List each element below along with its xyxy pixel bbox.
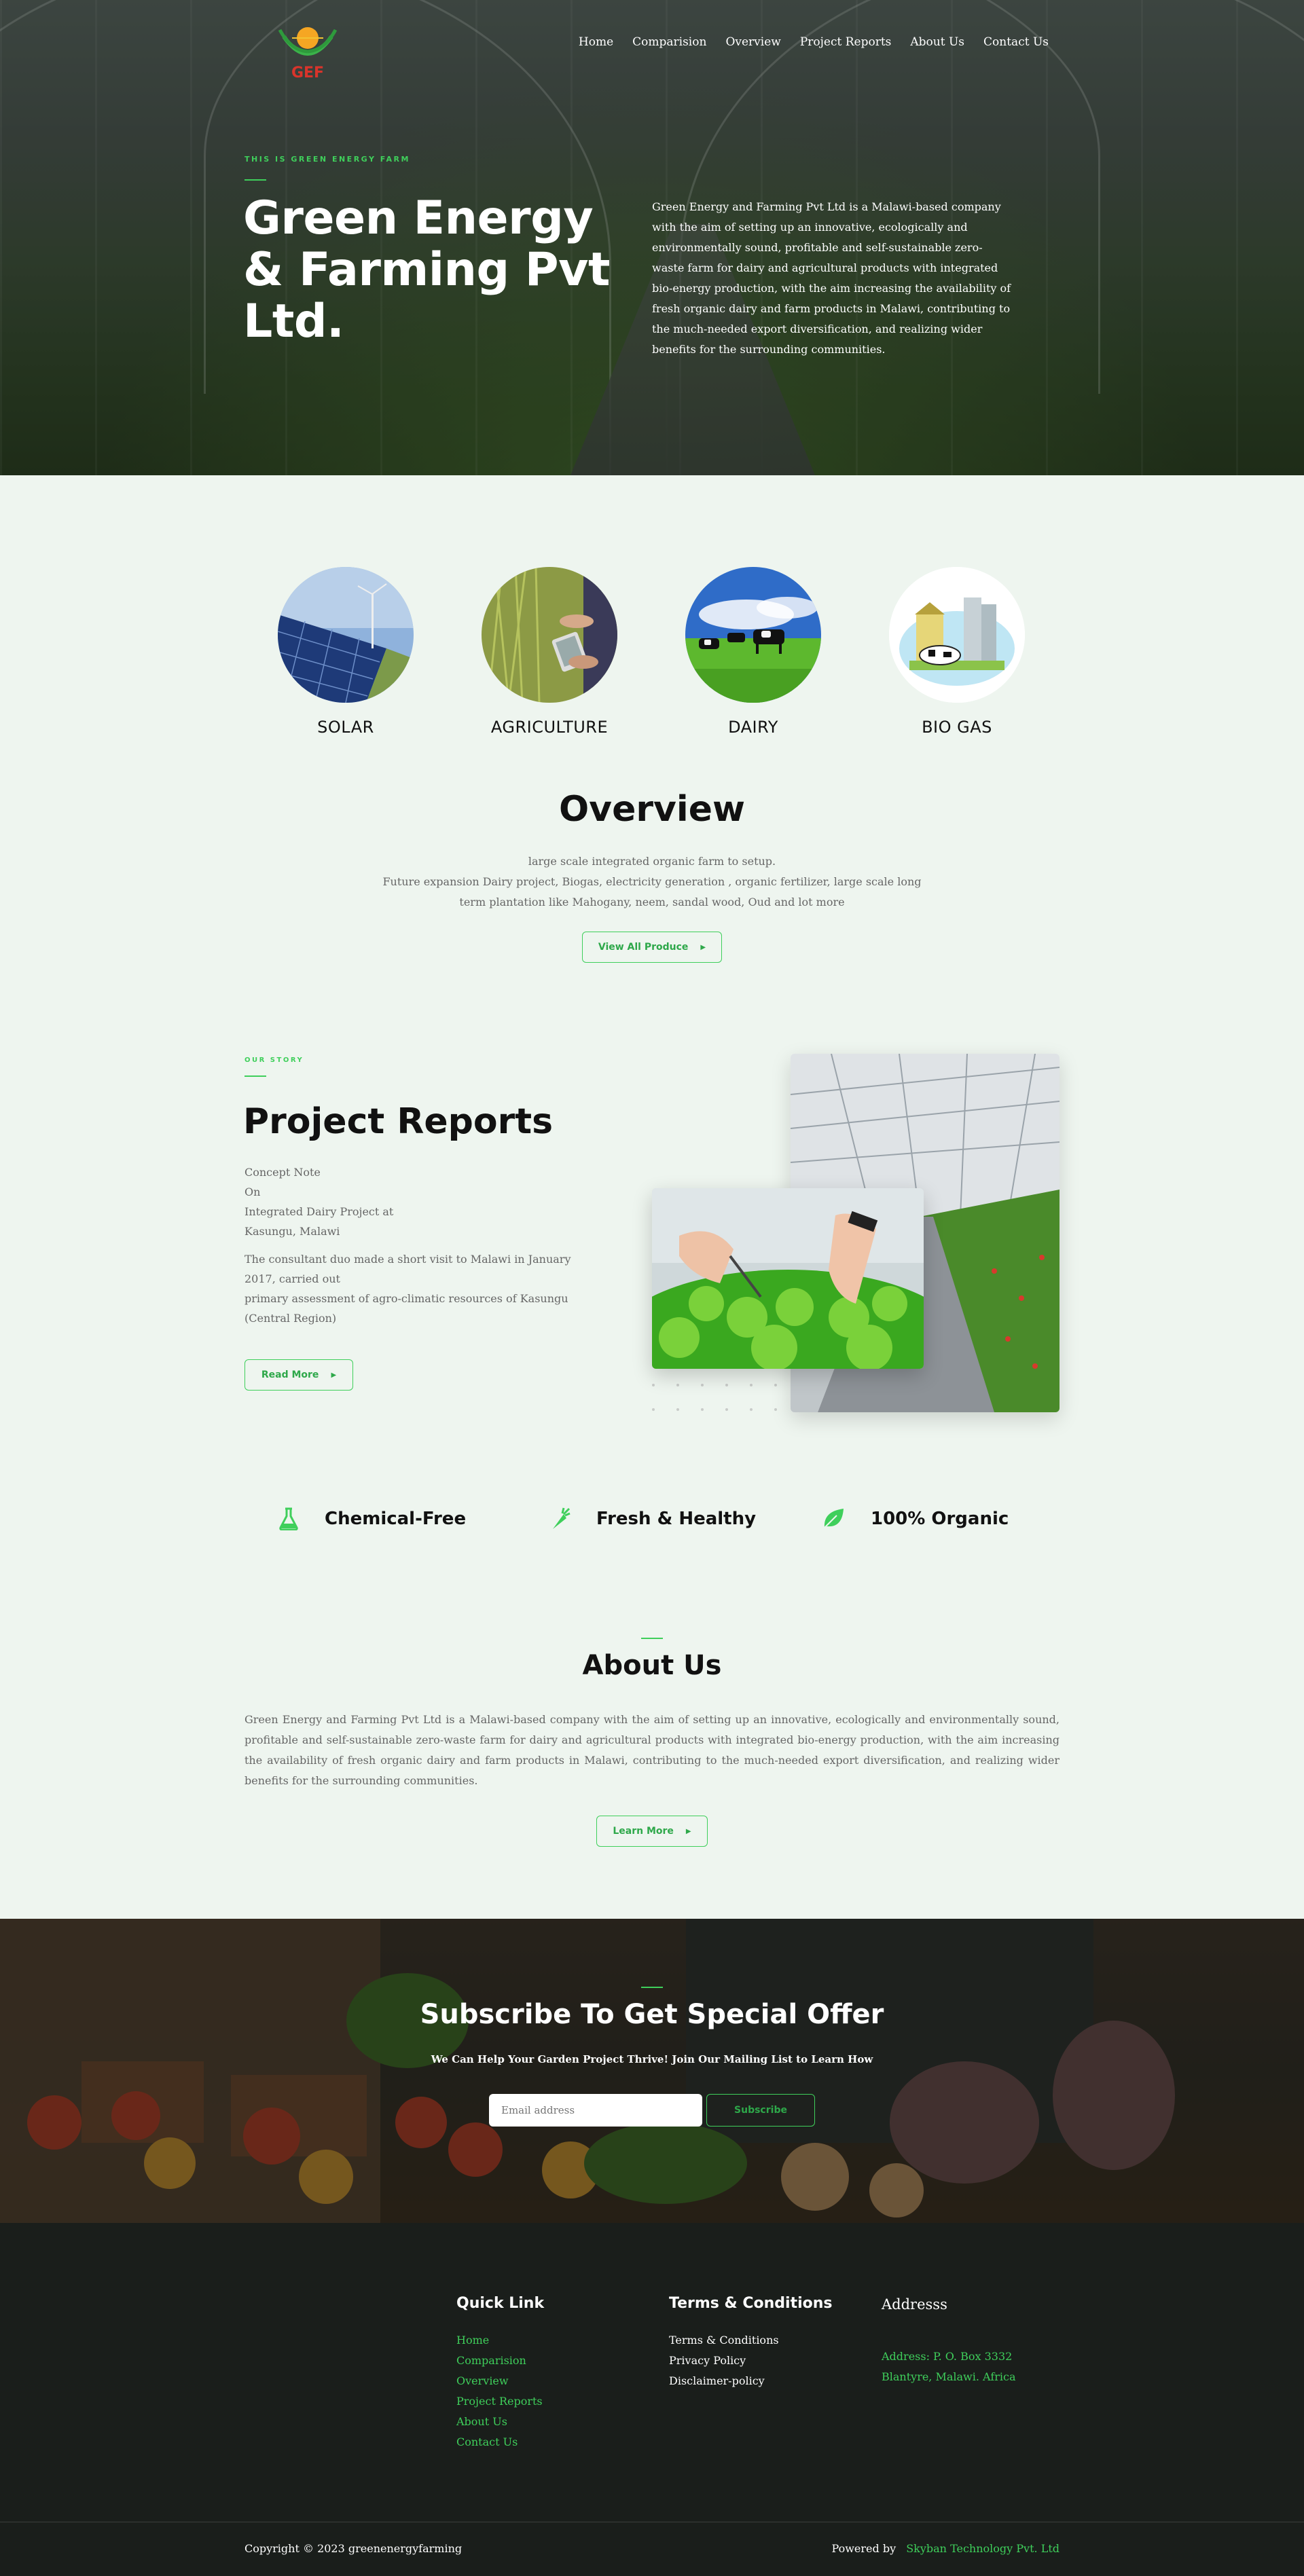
category-solar-label: SOLAR	[317, 718, 374, 737]
overview-text: large scale integrated organic farm to s…	[380, 851, 924, 913]
project-line: Kasungu, Malawi	[244, 1225, 340, 1238]
arrow-right-icon: ▶	[700, 943, 706, 951]
category-biogas[interactable]: BIO GAS	[889, 567, 1025, 737]
solar-image	[278, 567, 414, 703]
arrow-right-icon: ▶	[685, 1827, 691, 1835]
footer-link-overview[interactable]: Overview	[456, 2371, 543, 2391]
project-text: Concept Note On Integrated Dairy Project…	[244, 1162, 598, 1328]
herbs-image	[652, 1188, 924, 1369]
category-solar[interactable]: SOLAR	[278, 567, 414, 737]
subscribe-button[interactable]: Subscribe	[706, 2094, 815, 2127]
dairy-image	[685, 567, 821, 703]
nav-home[interactable]: Home	[579, 35, 613, 49]
powered-by-label: Powered by	[831, 2542, 896, 2555]
terms-links-list: Terms & Conditions Privacy Policy Discla…	[669, 2330, 779, 2391]
arrow-right-icon: ▶	[331, 1371, 337, 1379]
category-biogas-label: BIO GAS	[922, 718, 992, 737]
project-line: primary assessment of agro-climatic reso…	[244, 1292, 568, 1325]
category-dairy[interactable]: DAIRY	[685, 567, 821, 737]
feature-fresh-healthy: Fresh & Healthy	[550, 1507, 756, 1530]
project-eyebrow: OUR STORY	[244, 1056, 304, 1064]
overview-line-2: Future expansion Dairy project, Biogas, …	[382, 875, 922, 888]
footer-link-about-us[interactable]: About Us	[456, 2412, 543, 2432]
hero-eyebrow: THIS IS GREEN ENERGY FARM	[244, 155, 410, 164]
view-all-produce-button[interactable]: View All Produce ▶	[582, 932, 722, 963]
hero-description: Green Energy and Farming Pvt Ltd is a Ma…	[652, 200, 1011, 356]
feature-label: Chemical-Free	[325, 1509, 467, 1529]
view-all-produce-label: View All Produce	[598, 942, 689, 953]
read-more-label: Read More	[261, 1369, 319, 1380]
footer-link-home[interactable]: Home	[456, 2330, 543, 2351]
footer-link-project-reports[interactable]: Project Reports	[456, 2391, 543, 2412]
biogas-image	[889, 567, 1025, 703]
category-dairy-label: DAIRY	[728, 718, 778, 737]
hero-title: Green Energy & Farming Pvt Ltd.	[243, 191, 610, 348]
feature-chemical-free: Chemical-Free	[278, 1507, 466, 1530]
project-line: Integrated Dairy Project at	[244, 1205, 394, 1218]
address-list: Address: P. O. Box 3332 Blantyre, Malawi…	[882, 2347, 1016, 2387]
footer	[0, 2223, 1304, 2576]
subscribe-section	[0, 1919, 1304, 2223]
main-nav: Home Comparision Overview Project Report…	[560, 35, 1049, 49]
category-agriculture-label: AGRICULTURE	[490, 718, 609, 737]
dot-pattern	[652, 1384, 777, 1411]
hero-divider	[244, 179, 266, 181]
subscribe-title: Subscribe To Get Special Offer	[420, 1999, 884, 2030]
subscribe-label: Subscribe	[734, 2105, 787, 2116]
gef-logo[interactable]: GEF	[270, 10, 345, 84]
footer-link-contact-us[interactable]: Contact Us	[456, 2432, 543, 2452]
overview-title: Overview	[558, 789, 746, 830]
powered-by: Powered by Skyban Technology Pvt. Ltd	[831, 2542, 1060, 2555]
overview-line-1: large scale integrated organic farm to s…	[528, 855, 776, 868]
about-divider	[641, 1638, 663, 1639]
carrot-icon	[553, 1507, 570, 1529]
footer-link-terms[interactable]: Terms & Conditions	[669, 2330, 779, 2351]
feature-label: Fresh & Healthy	[596, 1509, 757, 1529]
nav-overview[interactable]: Overview	[725, 35, 780, 49]
quick-links-list: Home Comparision Overview Project Report…	[456, 2330, 543, 2452]
about-text: Green Energy and Farming Pvt Ltd is a Ma…	[244, 1713, 1060, 1787]
nav-about-us[interactable]: About Us	[910, 35, 964, 49]
subscribe-divider	[641, 1987, 663, 1988]
footer-link-disclaimer[interactable]: Disclaimer-policy	[669, 2371, 779, 2391]
project-divider	[244, 1075, 266, 1077]
project-line: The consultant duo made a short visit to…	[244, 1253, 571, 1285]
nav-project-reports[interactable]: Project Reports	[800, 35, 892, 49]
about-title: About Us	[582, 1650, 722, 1681]
flask-icon	[279, 1507, 298, 1530]
footer-terms-title: Terms & Conditions	[669, 2295, 833, 2312]
footer-link-privacy[interactable]: Privacy Policy	[669, 2351, 779, 2371]
agriculture-image	[482, 567, 617, 703]
address-line: Address: P. O. Box 3332	[882, 2350, 1013, 2363]
logo-text: GEF	[291, 65, 324, 81]
feature-label: 100% Organic	[871, 1509, 1009, 1529]
footer-link-comparision[interactable]: Comparision	[456, 2351, 543, 2371]
project-line: Concept Note	[244, 1166, 321, 1179]
nav-comparision[interactable]: Comparision	[632, 35, 706, 49]
subscribe-text: We Can Help Your Garden Project Thrive! …	[431, 2053, 873, 2065]
nav-contact-us[interactable]: Contact Us	[983, 35, 1049, 49]
overview-line-3: term plantation like Mahogany, neem, san…	[459, 896, 845, 908]
category-agriculture[interactable]: AGRICULTURE	[482, 567, 617, 737]
learn-more-label: Learn More	[613, 1826, 674, 1837]
powered-by-link[interactable]: Skyban Technology Pvt. Ltd	[906, 2542, 1060, 2555]
footer-address-title: Addresss	[882, 2296, 947, 2313]
footer-quick-link-title: Quick Link	[456, 2295, 545, 2312]
copyright-text: Copyright © 2023 greenenergyfarming	[244, 2542, 463, 2555]
email-input[interactable]	[489, 2094, 702, 2127]
feature-organic: 100% Organic	[822, 1507, 1009, 1530]
project-title: Project Reports	[243, 1101, 554, 1142]
leaf-icon	[824, 1509, 844, 1528]
address-line: Blantyre, Malawi. Africa	[882, 2370, 1016, 2383]
read-more-button[interactable]: Read More ▶	[244, 1359, 353, 1391]
learn-more-button[interactable]: Learn More ▶	[596, 1816, 708, 1847]
project-line: On	[244, 1185, 261, 1198]
